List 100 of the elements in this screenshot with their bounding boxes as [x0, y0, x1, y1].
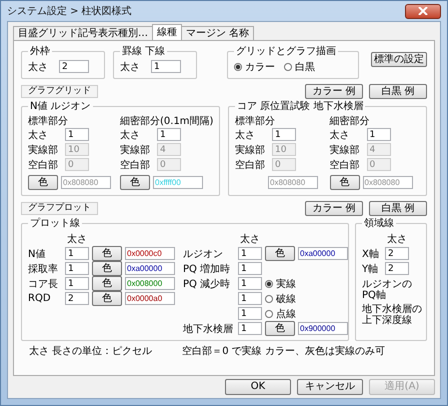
field-label: X軸 [362, 248, 380, 260]
axis-note: 地下水検層の 上下深度線 [362, 304, 420, 326]
note-text: 空白部＝0 で実線 カラー、灰色は実線のみ可 [182, 344, 385, 358]
group-title: 領域線 [363, 216, 395, 230]
note-text: 太さ 長さの単位：ピクセル [29, 344, 152, 358]
input-field[interactable]: 1 [238, 292, 262, 305]
column-heading: 細密部分 [330, 114, 370, 127]
field-label: 太さ [330, 128, 350, 142]
radio-button[interactable] [265, 310, 273, 318]
section-label: グラフプロット [21, 202, 98, 215]
color-button[interactable]: 色 [265, 246, 295, 261]
group-title: コア 原位置試験 地下水検層 [236, 100, 364, 113]
input-field[interactable]: 1 [238, 322, 262, 335]
field-label: コア長 [28, 278, 58, 290]
input-field[interactable]: 1 [65, 128, 89, 141]
radio-label: 白黒 [295, 60, 315, 74]
field-label: PQ 増加時 [183, 264, 230, 274]
field-label: 太さ [28, 60, 48, 74]
tab[interactable]: 線種 [152, 24, 182, 40]
input-field[interactable]: 1 [238, 262, 262, 275]
preview-button[interactable]: 白黒 例 [369, 201, 427, 216]
radio-label: 実線 [276, 278, 296, 290]
radio-label: カラー [245, 60, 275, 74]
preview-button[interactable]: カラー 例 [305, 201, 363, 216]
dialog-button[interactable]: キャンセル [297, 379, 363, 395]
input-field[interactable]: 1 [65, 247, 89, 260]
radio-label: 破線 [276, 292, 296, 306]
input-field[interactable]: 1 [157, 128, 181, 141]
input-field[interactable]: 1 [238, 277, 262, 290]
group-title: 外枠 [29, 44, 51, 58]
color-value-field[interactable]: 0xa00000 [125, 262, 175, 275]
field-label: 採取率 [28, 264, 58, 274]
group-title: N値 ルジオン [29, 100, 92, 113]
field-label: 空白部 [28, 158, 59, 172]
color-button[interactable]: 色 [92, 291, 122, 306]
group-title: プロット線 [29, 216, 81, 230]
input-field[interactable]: 1 [65, 277, 89, 290]
field-label: N値 [28, 248, 46, 260]
color-value-field[interactable]: 0xa00000 [298, 247, 348, 260]
column-heading: 太さ [387, 232, 407, 245]
input-field[interactable]: 2 [385, 262, 409, 275]
input-field[interactable]: 2 [59, 60, 89, 73]
input-field[interactable]: 1 [366, 128, 390, 141]
field-label: 実線部 [120, 144, 151, 156]
field-label: 空白部 [235, 158, 266, 172]
color-value-field[interactable]: 0x900000 [298, 322, 348, 335]
axis-note: ルジオンの PQ軸 [362, 279, 413, 301]
radio-label: 点線 [276, 308, 296, 320]
field-label: 実線部 [28, 144, 59, 156]
window-title: システム設定 > 柱状図様式 [7, 4, 133, 18]
tab[interactable]: マージン 名称 [181, 26, 254, 40]
color-button[interactable]: 色 [265, 321, 295, 336]
radio-button[interactable] [265, 294, 273, 302]
input-field[interactable]: 1 [238, 247, 262, 260]
field-label: 空白部 [120, 158, 151, 172]
field-label: 空白部 [330, 158, 360, 172]
group-title: グリッドとグラフ描画 [235, 44, 337, 58]
close-button[interactable] [405, 4, 441, 18]
input-field[interactable]: 1 [65, 262, 89, 275]
field-label: 太さ [235, 128, 256, 142]
color-button[interactable]: 色 [330, 175, 360, 190]
column-heading: 標準部分 [235, 114, 276, 127]
section-label: グラフグリッド [21, 85, 98, 98]
field-label: RQD [28, 293, 51, 304]
close-icon [418, 7, 428, 15]
color-button[interactable]: 色 [120, 175, 150, 190]
radio-button[interactable] [234, 62, 242, 70]
input-field[interactable]: 2 [65, 292, 89, 305]
field-label: ルジオン [183, 248, 223, 260]
default-settings-button[interactable]: 標準の設定 [371, 52, 427, 67]
color-value-field[interactable]: 0x008000 [125, 277, 175, 290]
column-heading: 標準部分 [28, 114, 69, 127]
input-field[interactable]: 2 [385, 247, 409, 260]
field-label: Y軸 [362, 262, 380, 276]
column-heading: 細密部分(0.1m間隔) [120, 114, 213, 127]
group-title: 罫線 下線 [121, 45, 166, 58]
column-heading: 太さ [67, 232, 87, 245]
field-label: 地下水検層 [183, 324, 233, 334]
input-field[interactable]: 1 [238, 307, 262, 320]
preview-button[interactable]: カラー 例 [305, 84, 363, 99]
radio-button[interactable] [265, 280, 273, 288]
input-field[interactable]: 1 [151, 60, 181, 73]
color-button[interactable]: 色 [92, 276, 122, 291]
field-label: 太さ [120, 128, 141, 142]
color-button[interactable]: 色 [92, 261, 122, 276]
color-button[interactable]: 色 [92, 246, 122, 261]
field-label: PQ 減少時 [183, 278, 230, 290]
tab[interactable]: 目盛グリッド記号表示種別… [13, 26, 153, 40]
color-button[interactable]: 色 [28, 175, 58, 190]
radio-button[interactable] [284, 62, 292, 70]
column-heading: 太さ [240, 232, 260, 245]
color-value-field[interactable]: 0x0000a0 [125, 292, 175, 305]
field-label: 太さ [120, 60, 140, 74]
preview-button[interactable]: 白黒 例 [369, 84, 427, 99]
input-field[interactable]: 1 [272, 128, 296, 141]
field-label: 実線部 [235, 144, 266, 156]
color-value-field[interactable]: 0x0000c0 [125, 247, 175, 260]
dialog-button[interactable]: OK [225, 379, 291, 395]
field-label: 太さ [28, 128, 49, 142]
field-label: 実線部 [330, 144, 360, 156]
